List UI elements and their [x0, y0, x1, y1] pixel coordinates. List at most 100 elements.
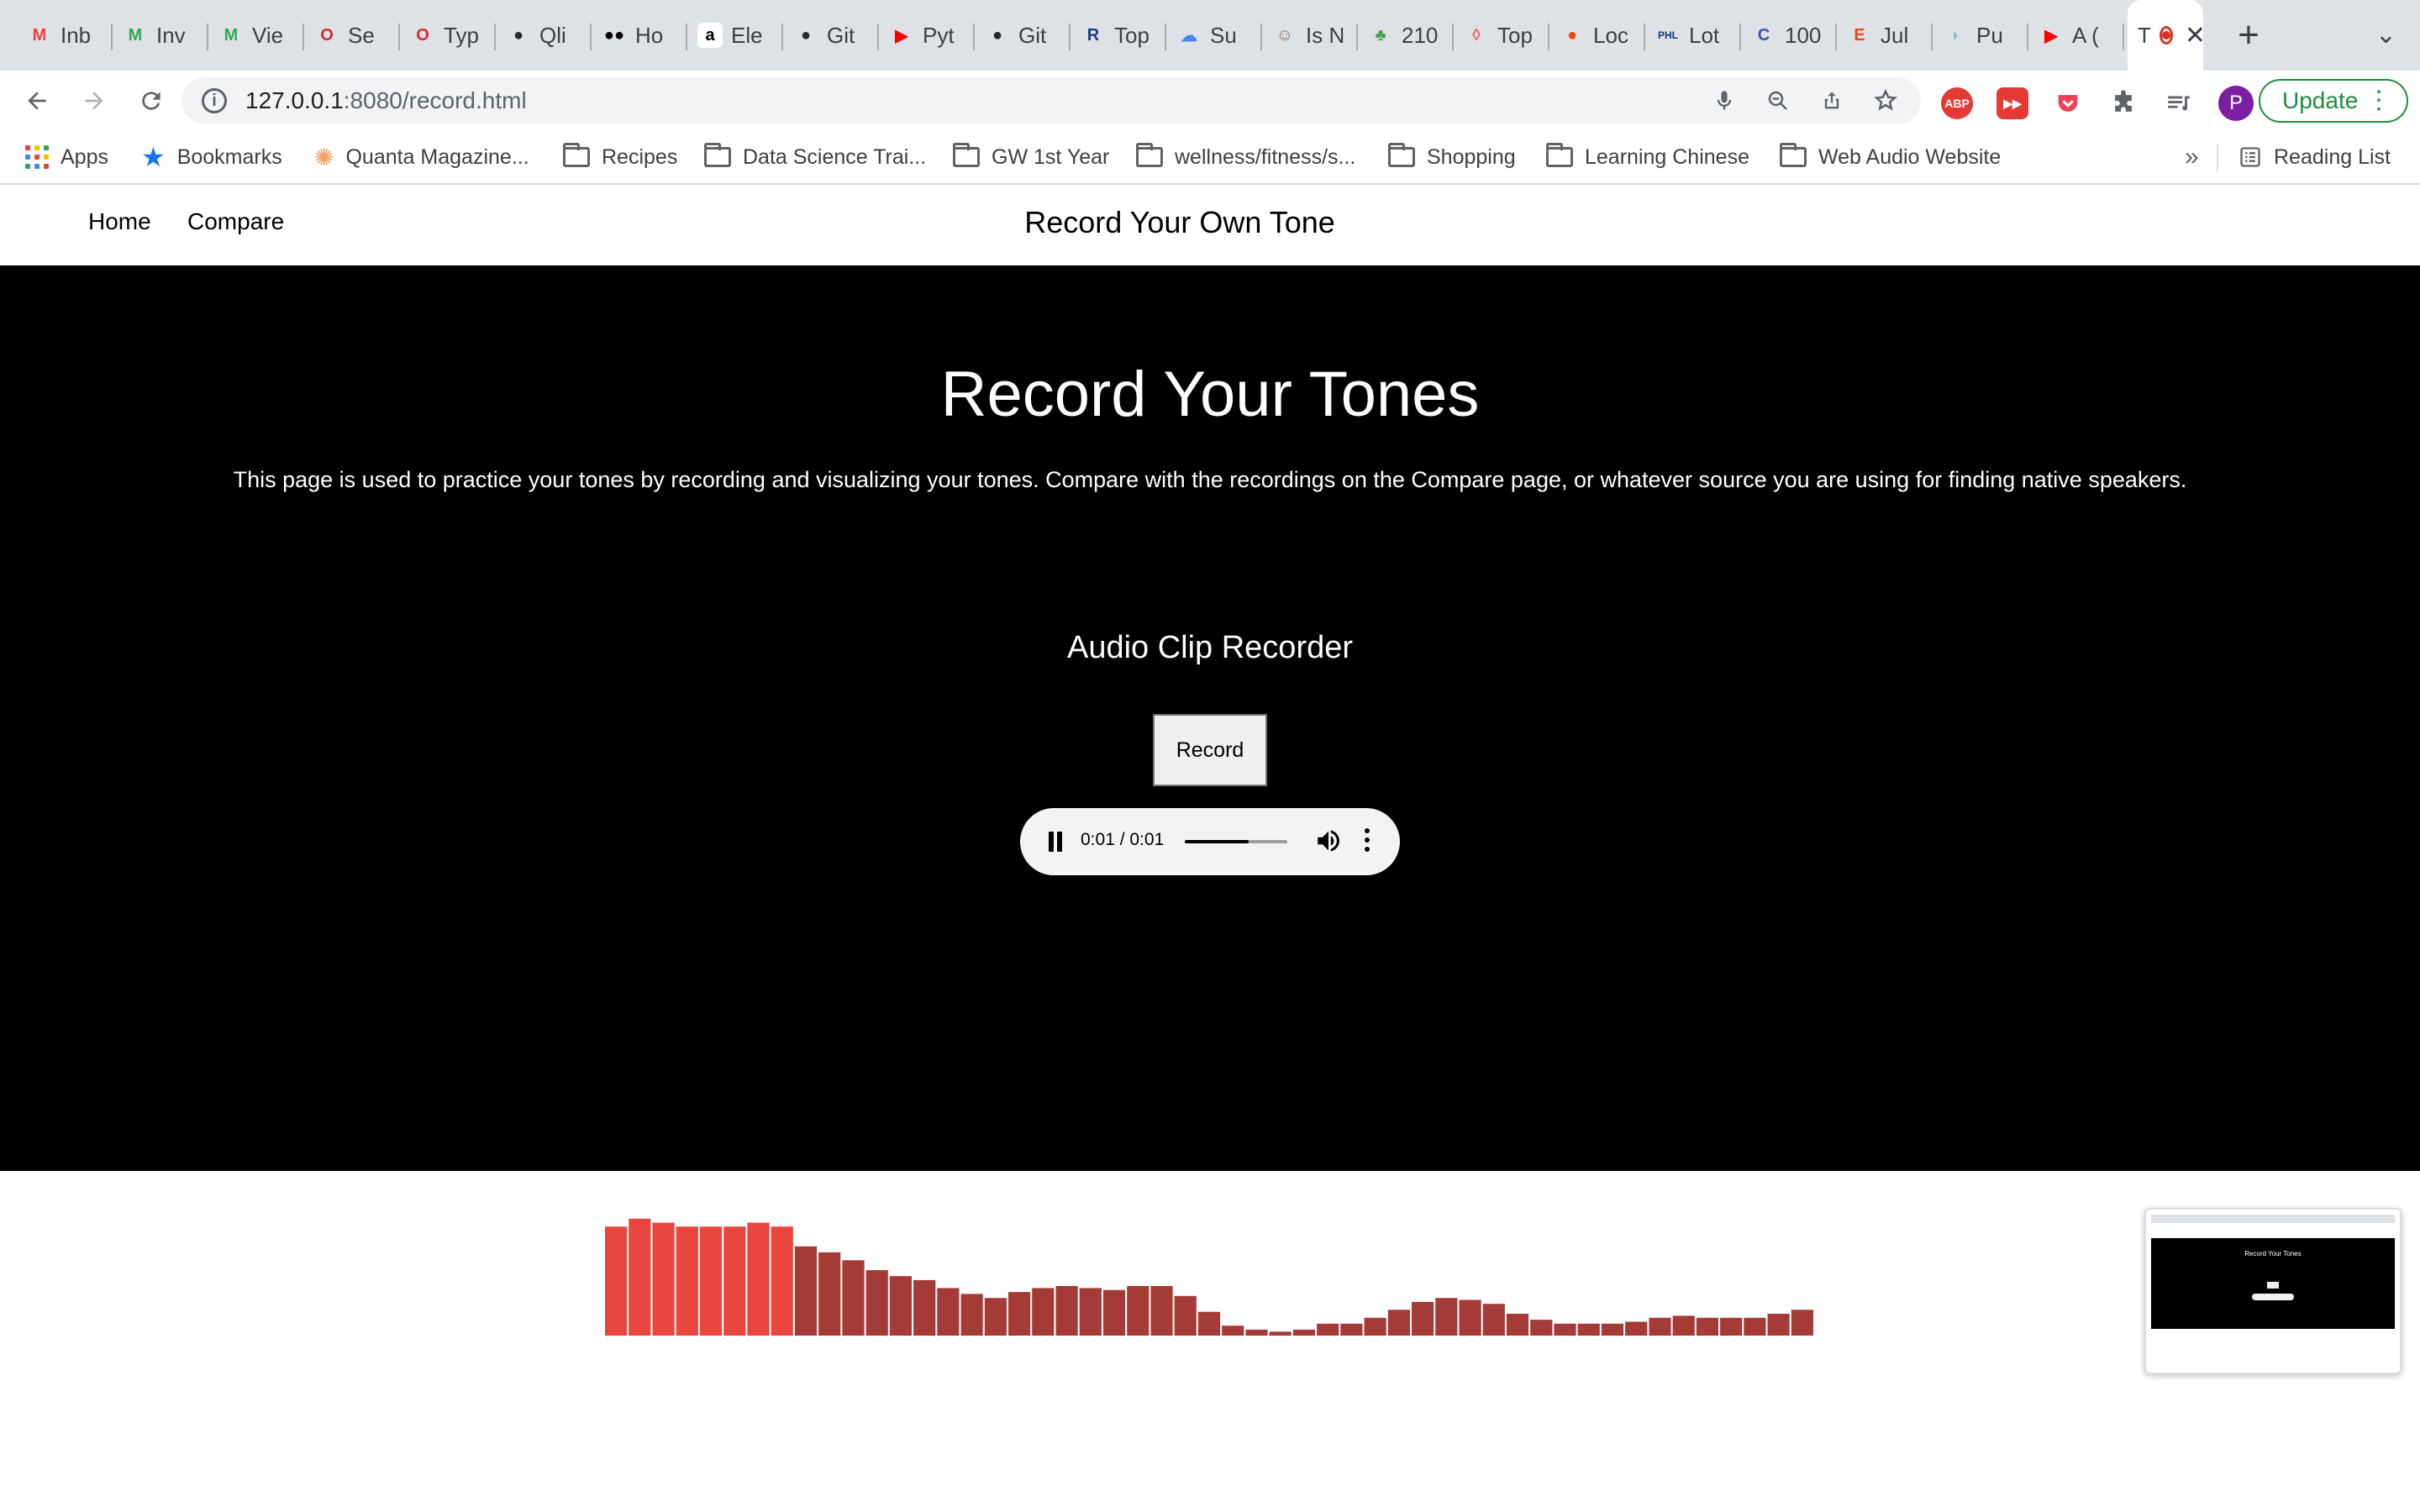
volume-icon[interactable] [1314, 827, 1344, 857]
record-button[interactable]: Record [1153, 714, 1267, 786]
visualizer-bar [676, 1226, 698, 1336]
tab-8[interactable]: ● Git [783, 0, 879, 71]
reload-button[interactable] [131, 81, 171, 121]
forward-arrow-icon [85, 92, 103, 110]
tab-search-chevron-icon[interactable]: ⌄ [2375, 20, 2396, 50]
bookmark-item[interactable]: Shopping [1388, 131, 1516, 183]
audio-progress-fill [1185, 840, 1249, 843]
bookmark-item[interactable]: Recipes [563, 131, 677, 183]
phl-icon: PHL [1658, 29, 1678, 41]
dragon-icon: ♣ [1375, 25, 1386, 45]
more-menu-icon[interactable]: ⋮ [2366, 86, 2391, 115]
visualizer-bar [1292, 1329, 1315, 1336]
visualizer-bar [1791, 1310, 1813, 1336]
visualizer-bar [937, 1288, 960, 1336]
tab-19[interactable]: E Jul [1837, 0, 1933, 71]
adblock-plus-icon[interactable]: ABP [1941, 87, 1973, 119]
audio-player[interactable]: 0:01 / 0:01 [1020, 808, 1400, 875]
visualizer-bar [1387, 1310, 1410, 1336]
url-text[interactable]: 127.0.0.1:8080/record.html [245, 87, 527, 114]
bookmark-label: Learning Chinese [1585, 144, 1749, 169]
tab-title: Jul [1881, 22, 1909, 48]
visualizer-bar [1340, 1323, 1363, 1336]
recorder-title: Audio Clip Recorder [1066, 630, 1354, 665]
close-tab-icon[interactable]: ✕ [2185, 21, 2203, 50]
bookmark-label: wellness/fitness/s... [1175, 144, 1356, 169]
tab-11[interactable]: R Top [1071, 0, 1166, 71]
bookmark-item[interactable]: GW 1st Year [953, 131, 1109, 183]
main-section: Record Your Tones This page is used to p… [0, 265, 2420, 1336]
visualizer-bar [1530, 1320, 1553, 1336]
bookmark-item[interactable]: Apps [25, 131, 108, 183]
share-icon[interactable] [1817, 86, 1847, 116]
bookmark-label: Bookmarks [176, 144, 282, 169]
star-icon: ★ [141, 142, 166, 172]
tab-21[interactable]: ▶ A ( [2028, 0, 2124, 71]
bookmark-item[interactable]: Data Science Trai... [704, 131, 926, 183]
pocket-icon[interactable] [2052, 87, 2084, 119]
visualizer-bar [747, 1222, 770, 1336]
visualizer-bar [889, 1276, 912, 1336]
tab-2[interactable]: M Vie [208, 0, 304, 71]
bookmark-label: GW 1st Year [992, 144, 1110, 169]
address-bar[interactable]: i 127.0.0.1:8080/record.html [182, 77, 1921, 124]
profile-avatar[interactable]: P [2218, 86, 2254, 121]
tab-10[interactable]: ● Git [975, 0, 1071, 71]
opera-icon: O [416, 25, 429, 45]
visualizer-bar [1317, 1323, 1339, 1336]
bookmark-item[interactable]: ★ Bookmarks [141, 131, 282, 183]
audio-options-icon[interactable] [1365, 828, 1371, 855]
pause-icon[interactable] [1047, 832, 1064, 852]
tab-7[interactable]: a Ele [687, 0, 783, 71]
tab-0[interactable]: M Inb [17, 0, 113, 71]
tab-9[interactable]: ▶ Pyt [879, 0, 975, 71]
visualizer-bar [865, 1270, 888, 1336]
visualizer-bar [605, 1226, 628, 1336]
visualizer-bar [1197, 1311, 1221, 1336]
bookmark-item[interactable]: Learning Chinese [1546, 131, 1749, 183]
monkey-icon: ☺ [1276, 25, 1294, 45]
microphone-icon[interactable] [1709, 86, 1739, 116]
tab-5[interactable]: ● Qli [496, 0, 592, 71]
update-button[interactable]: Update ⋮ [2259, 79, 2408, 123]
tab-4[interactable]: O Typ [400, 0, 496, 71]
more-bookmarks-chevron[interactable]: » [2185, 131, 2199, 183]
folder-icon [1780, 143, 1807, 167]
new-tab-button[interactable]: + [2223, 0, 2274, 71]
tab-16[interactable]: ● Loc [1549, 0, 1645, 71]
reading-list-button[interactable]: Reading List [2238, 131, 2391, 183]
visualizer-bar [771, 1226, 793, 1336]
thumb-audio-player [2252, 1294, 2294, 1300]
puzzle-extensions-icon[interactable] [2107, 87, 2139, 119]
bookmark-label: Recipes [602, 144, 678, 169]
forward-button[interactable] [74, 81, 114, 121]
tab-18[interactable]: C 100 [1741, 0, 1837, 71]
tab-preview-thumbnail: Record Your Tones [2144, 1208, 2402, 1374]
tab-13[interactable]: ☺ Is N [1262, 0, 1358, 71]
bookmark-item[interactable]: ✺ Quanta Magazine... [314, 131, 529, 183]
back-button[interactable] [17, 81, 57, 121]
media-extension-icon[interactable]: ▶▶ [1996, 87, 2028, 119]
tab-14[interactable]: ♣ 210 [1358, 0, 1454, 71]
tab-list: M Inb M Inv M Vie O Se O Typ ● Qli ●● Ho a Ele ● Git ▶ Pyt ●… [0, 0, 2124, 71]
tab-3[interactable]: O Se [304, 0, 400, 71]
site-info-icon[interactable]: i [202, 88, 227, 113]
tab-20[interactable]: ◗ Pu [1933, 0, 2028, 71]
tab-1[interactable]: M Inv [113, 0, 208, 71]
bookmark-item[interactable]: wellness/fitness/s... [1136, 131, 1355, 183]
media-queue-icon[interactable] [2163, 87, 2195, 119]
tab-12[interactable]: ☁ Su [1166, 0, 1262, 71]
bookmark-item[interactable]: Web Audio Website [1780, 131, 2001, 183]
tab-15[interactable]: ◊ Top [1454, 0, 1549, 71]
url-path: :8080/record.html [343, 87, 527, 113]
active-tab[interactable]: T ✕ [2128, 0, 2203, 71]
visualizer-bar [1055, 1286, 1078, 1336]
bookmark-star-icon[interactable] [1870, 86, 1901, 116]
tab-17[interactable]: PHL Lot [1645, 0, 1741, 71]
tab-6[interactable]: ●● Ho [592, 0, 687, 71]
folder-icon [1546, 143, 1573, 167]
audio-progress-track[interactable] [1185, 840, 1287, 843]
visualizer-bar [1174, 1295, 1197, 1336]
gmail-icon: M [32, 25, 47, 45]
zoom-out-icon[interactable] [1763, 86, 1793, 116]
